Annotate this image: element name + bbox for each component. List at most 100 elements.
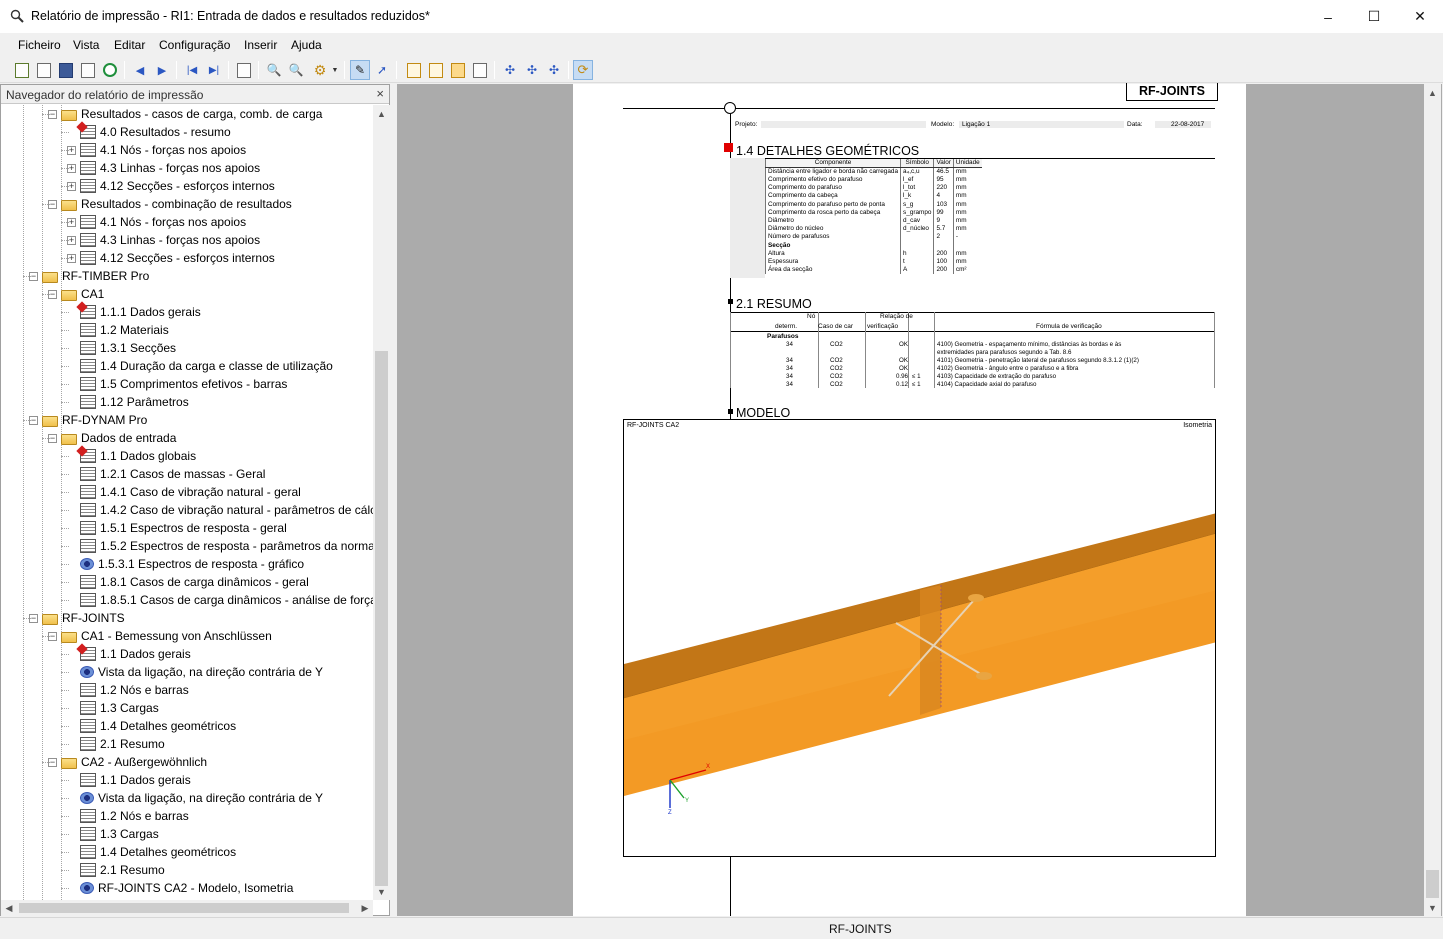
tree-item[interactable]: 1.2 Materiais <box>67 321 169 339</box>
select-tool-button[interactable]: ✎ <box>350 60 370 80</box>
table-row: Número de parafusos 2- <box>764 233 982 242</box>
geo-cell: d_núcleo <box>900 225 934 234</box>
title-bar: Relatório de impressão - RI1: Entrada de… <box>0 0 1443 33</box>
tree-item[interactable]: − Dados de entrada <box>48 429 176 447</box>
tree-item[interactable]: +4.12 Secções - esforços internos <box>67 249 275 267</box>
scroll-down-icon[interactable]: ▼ <box>373 883 390 900</box>
tree-item[interactable]: 1.1 Dados gerais <box>67 771 191 789</box>
save-button[interactable] <box>56 60 76 80</box>
tree-item[interactable]: − Resultados - casos de carga, comb. de c… <box>48 105 322 123</box>
tree-item[interactable]: 1.4 Duração da carga e classe de utiliza… <box>67 357 333 375</box>
folder-icon <box>61 289 77 301</box>
tree-item[interactable]: Vista da ligação, na direção contrária d… <box>67 663 323 681</box>
insert-page-button[interactable] <box>426 60 446 80</box>
settings-gear-icon[interactable]: ⚙ <box>310 60 330 80</box>
tree-item[interactable]: 1.3 Cargas <box>67 825 159 843</box>
tree-item[interactable]: +4.12 Secções - esforços internos <box>67 177 275 195</box>
tree-vertical-scrollbar[interactable]: ▲ ▼ <box>373 105 390 900</box>
scroll-up-icon[interactable]: ▲ <box>373 105 390 122</box>
tree-item[interactable]: − RF-DYNAM Pro <box>29 411 147 429</box>
tree-item[interactable]: 1.4 Detalhes geométricos <box>67 843 236 861</box>
scroll-left-icon[interactable]: ◀ <box>1 900 17 916</box>
link-button[interactable]: ✣ <box>544 60 564 80</box>
scroll-right-icon[interactable]: ▶ <box>357 900 373 916</box>
open-button[interactable] <box>34 60 54 80</box>
scroll-thumb[interactable] <box>375 351 388 886</box>
last-page-button[interactable]: ▶| <box>204 60 224 80</box>
tree-item[interactable]: 1.5.3.1 Espectros de resposta - gráfico <box>67 555 304 573</box>
preview-scroll-up-icon[interactable]: ▲ <box>1424 84 1441 101</box>
tree-item[interactable]: 1.5.1 Espectros de resposta - geral <box>67 519 287 537</box>
print-button[interactable] <box>78 60 98 80</box>
tree-item[interactable]: 1.2.1 Casos de massas - Geral <box>67 465 265 483</box>
tree-item[interactable]: − Resultados - combinação de resultados <box>48 195 292 213</box>
maximize-button[interactable]: ☐ <box>1351 0 1397 33</box>
page-setup-button[interactable] <box>234 60 254 80</box>
preview-vertical-scrollbar[interactable]: ▲ ▼ <box>1424 84 1441 916</box>
attach-button[interactable]: ✣ <box>500 60 520 80</box>
menu-ficheiro[interactable]: Ficheiro <box>18 38 61 52</box>
chevron-down-icon[interactable]: ▼ <box>330 60 340 80</box>
new-report-button[interactable] <box>12 60 32 80</box>
first-page-button[interactable]: |◀ <box>182 60 202 80</box>
sync-button[interactable]: ⟳ <box>573 60 593 80</box>
pointer-tool-button[interactable]: ➚ <box>372 60 392 80</box>
tree-item[interactable]: +4.3 Linhas - forças nos apoios <box>67 231 260 249</box>
status-bar: RF-JOINTS <box>0 917 1443 939</box>
tree-horizontal-scrollbar[interactable]: ◀ ▶ <box>1 900 373 916</box>
close-button[interactable]: ✕ <box>1397 0 1443 33</box>
geo-cell: mm <box>952 225 982 234</box>
tree-item[interactable]: +4.1 Nós - forças nos apoios <box>67 141 246 159</box>
tree-item[interactable]: 1.5.2 Espectros de resposta - parâmetros… <box>67 537 373 555</box>
navigator-close-icon[interactable]: × <box>376 86 384 101</box>
insert-graphic-button[interactable] <box>448 60 468 80</box>
status-text: RF-JOINTS <box>829 922 892 936</box>
menu-vista[interactable]: Vista <box>73 38 99 52</box>
preview-scroll-down-icon[interactable]: ▼ <box>1424 899 1441 916</box>
tree-item[interactable]: Vista da ligação, na direção contrária d… <box>67 789 323 807</box>
tree-item[interactable]: − CA2 - Außergewöhnlich <box>48 753 207 771</box>
geo-cell: mm <box>952 184 982 193</box>
tree-item[interactable]: 1.8.5.1 Casos de carga dinâmicos - análi… <box>67 591 373 609</box>
tree-item[interactable]: 2.1 Resumo <box>67 735 165 753</box>
tree-item[interactable]: 1.8.1 Casos de carga dinâmicos - geral <box>67 573 309 591</box>
tree-item[interactable]: 1.1.1 Dados gerais <box>67 303 201 321</box>
tree-item[interactable]: 2.1 Resumo <box>67 861 165 879</box>
hscroll-thumb[interactable] <box>19 903 349 913</box>
tree-item[interactable]: − RF-JOINTS <box>29 609 125 627</box>
minimize-button[interactable]: – <box>1305 0 1351 33</box>
tree-item[interactable]: 1.4 Detalhes geométricos <box>67 717 236 735</box>
tree-item[interactable]: 1.4.2 Caso de vibração natural - parâmet… <box>67 501 373 519</box>
zoom-in-icon[interactable]: 🔍 <box>264 60 284 80</box>
tree-item[interactable]: 1.3 Cargas <box>67 699 159 717</box>
tree-item[interactable]: − RF-TIMBER Pro <box>29 267 149 285</box>
menu-configuracao[interactable]: Configuração <box>159 38 230 52</box>
tree-item[interactable]: RF-JOINTS CA2 - Modelo, Isometria <box>67 879 293 897</box>
tree-item[interactable]: − CA1 <box>48 285 104 303</box>
next-page-button[interactable]: ▶ <box>152 60 172 80</box>
tree-item[interactable]: 1.12 Parâmetros <box>67 393 189 411</box>
menu-inserir[interactable]: Inserir <box>244 38 277 52</box>
tree-item[interactable]: 1.3.1 Secções <box>67 339 176 357</box>
navigator-title: Navegador do relatório de impressão <box>6 88 204 102</box>
tree-item[interactable]: 4.0 Resultados - resumo <box>67 123 231 141</box>
tree-item[interactable]: 1.1 Dados globais <box>67 447 196 465</box>
tree-item[interactable]: 1.4.1 Caso de vibração natural - geral <box>67 483 301 501</box>
tree-item[interactable]: 1.5 Comprimentos efetivos - barras <box>67 375 287 393</box>
tree-item[interactable]: 1.1 Dados gerais <box>67 645 191 663</box>
insert-text-button[interactable] <box>470 60 490 80</box>
export-button[interactable]: ✣ <box>522 60 542 80</box>
zoom-out-icon[interactable]: 🔍 <box>286 60 306 80</box>
preview-scroll-thumb[interactable] <box>1426 870 1439 898</box>
previous-page-button[interactable]: ◀ <box>130 60 150 80</box>
insert-report-button[interactable] <box>404 60 424 80</box>
folder-icon <box>61 199 77 211</box>
tree-item[interactable]: +4.1 Nós - forças nos apoios <box>67 213 246 231</box>
tree-item[interactable]: +4.3 Linhas - forças nos apoios <box>67 159 260 177</box>
refresh-button[interactable] <box>100 60 120 80</box>
tree-item[interactable]: 1.2 Nós e barras <box>67 807 189 825</box>
print-preview-area[interactable]: RF-JOINTS Projeto: Modelo: Ligação 1 Dat… <box>397 83 1442 916</box>
menu-ajuda[interactable]: Ajuda <box>291 38 322 52</box>
menu-editar[interactable]: Editar <box>114 38 145 52</box>
tree-item[interactable]: 1.2 Nós e barras <box>67 681 189 699</box>
